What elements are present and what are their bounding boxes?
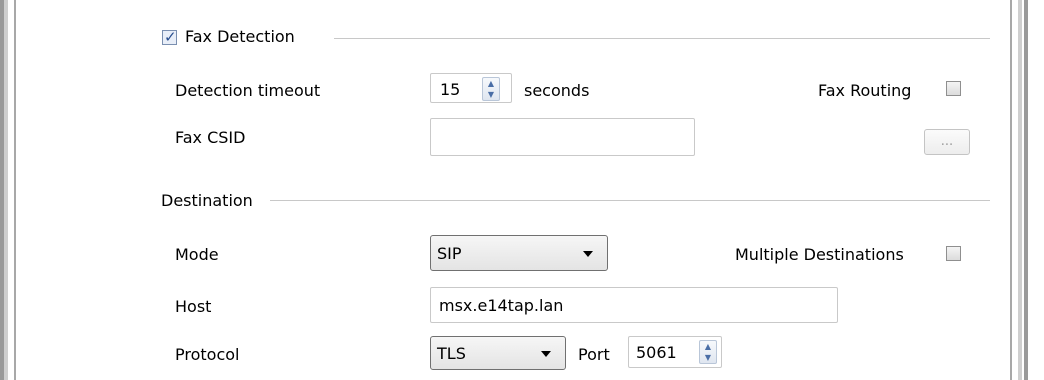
detection-timeout-value: 15	[440, 80, 461, 99]
host-input[interactable]: msx.e14tap.lan	[430, 287, 838, 323]
mode-value: SIP	[437, 244, 462, 263]
port-value: 5061	[636, 343, 677, 362]
mode-label: Mode	[175, 245, 219, 264]
fax-routing-label: Fax Routing	[818, 81, 912, 100]
spin-down-icon[interactable]: ▼	[700, 352, 716, 363]
protocol-value: TLS	[437, 344, 466, 363]
left-panel-border	[14, 0, 16, 380]
destination-separator	[270, 200, 990, 201]
detection-timeout-spinbox[interactable]: 15 ▲ ▼	[430, 73, 512, 103]
destination-group-label: Destination	[161, 191, 253, 210]
timeout-spin-buttons[interactable]: ▲ ▼	[482, 77, 500, 101]
protocol-dropdown[interactable]: TLS	[430, 336, 566, 370]
csid-browse-button[interactable]: ...	[924, 129, 970, 155]
host-value: msx.e14tap.lan	[439, 296, 564, 315]
detection-timeout-label: Detection timeout	[175, 81, 321, 100]
right-panel-border	[1010, 0, 1012, 380]
protocol-label: Protocol	[175, 345, 240, 364]
spin-up-icon[interactable]: ▲	[700, 341, 716, 352]
host-label: Host	[175, 297, 212, 316]
port-label: Port	[578, 345, 610, 364]
spin-up-icon[interactable]: ▲	[483, 78, 499, 89]
multiple-destinations-label: Multiple Destinations	[735, 245, 904, 264]
right-frame-inner	[1018, 0, 1022, 380]
right-frame-outer	[1024, 0, 1028, 380]
mode-dropdown[interactable]: SIP	[430, 235, 608, 271]
checkmark-icon: ✓	[164, 28, 177, 46]
fax-csid-label: Fax CSID	[175, 128, 246, 147]
fax-detection-separator	[334, 38, 990, 39]
port-spin-buttons[interactable]: ▲ ▼	[699, 340, 717, 364]
fax-csid-input[interactable]	[430, 118, 695, 156]
chevron-down-icon	[541, 351, 551, 357]
left-frame-inner	[4, 0, 8, 380]
multiple-destinations-checkbox[interactable]	[946, 246, 961, 261]
fax-routing-checkbox[interactable]	[946, 81, 961, 96]
timeout-unit-label: seconds	[524, 81, 590, 100]
chevron-down-icon	[583, 251, 593, 257]
port-spinbox[interactable]: 5061 ▲ ▼	[628, 336, 722, 368]
fax-detection-checkbox[interactable]: ✓	[162, 28, 177, 46]
fax-detection-label: Fax Detection	[185, 27, 295, 46]
spin-down-icon[interactable]: ▼	[483, 89, 499, 100]
